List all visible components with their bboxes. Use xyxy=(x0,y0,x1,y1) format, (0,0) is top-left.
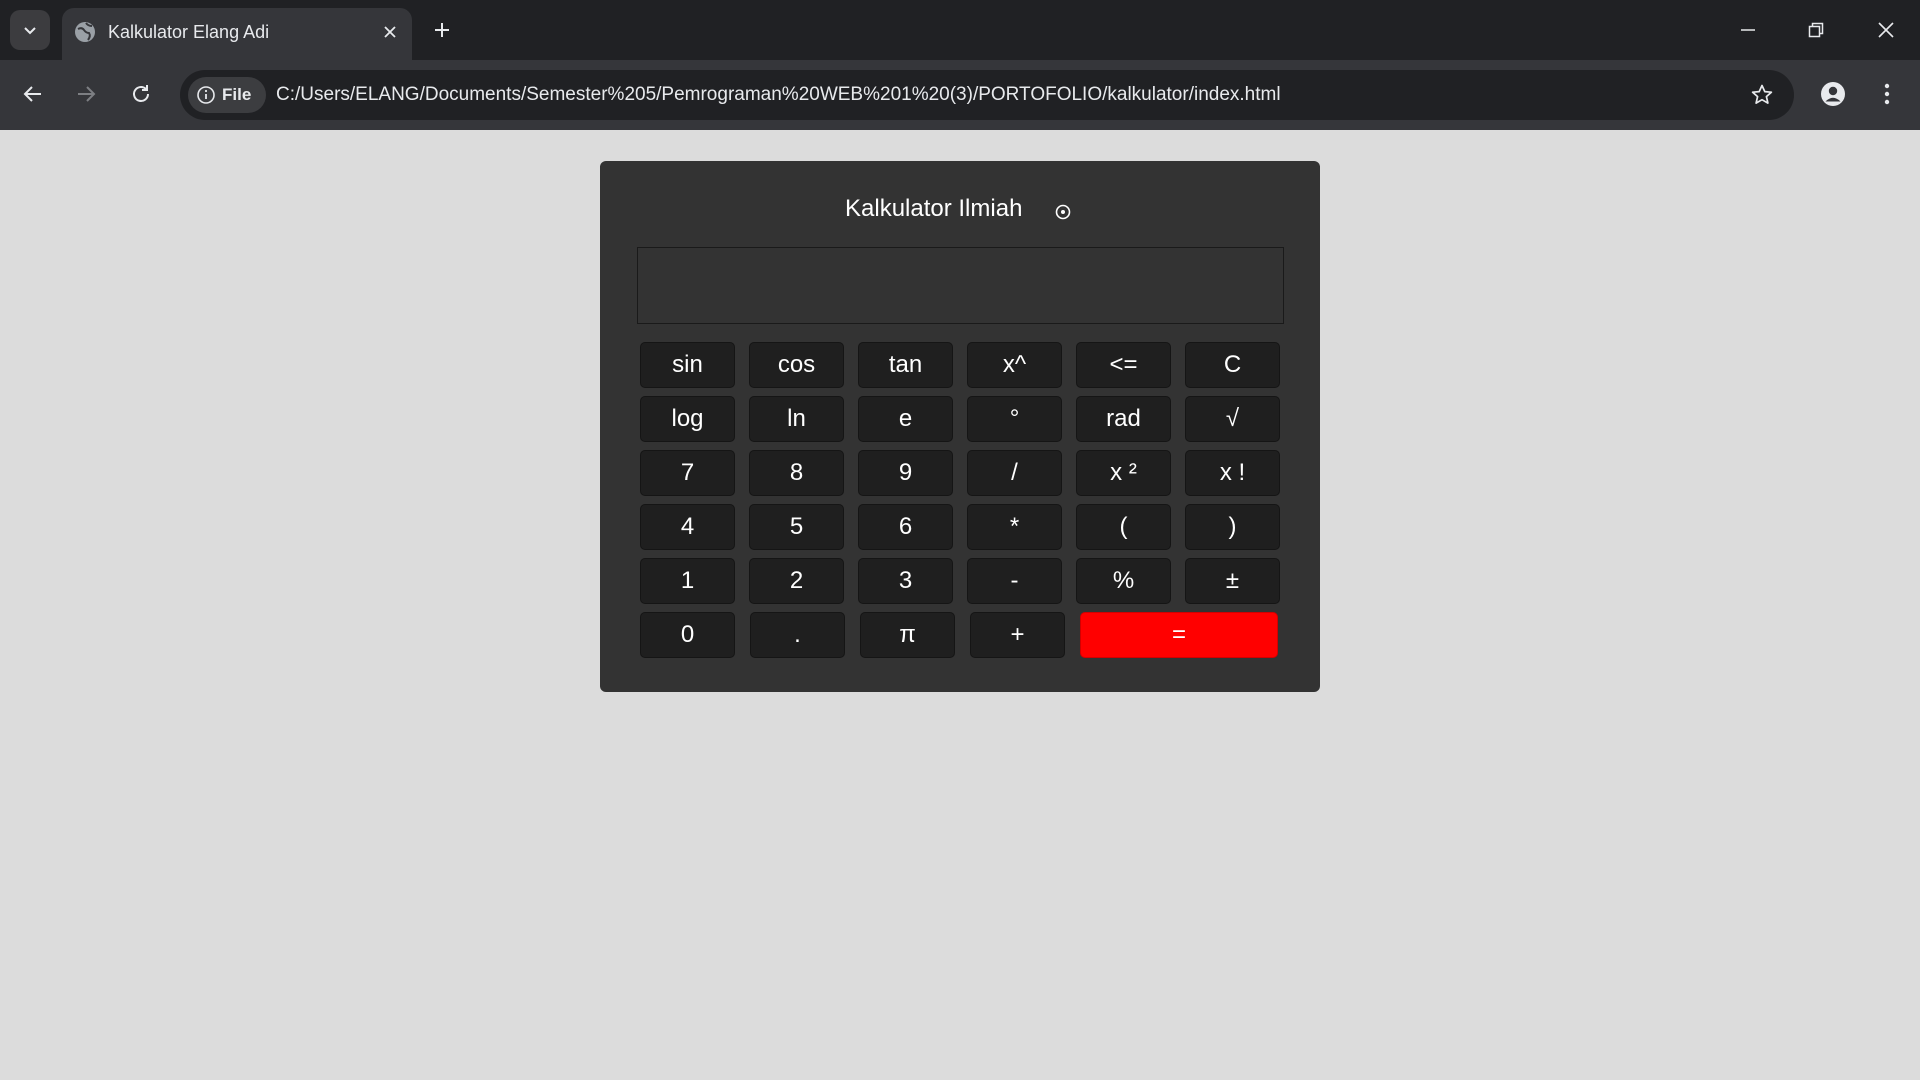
key-6[interactable]: 6 xyxy=(858,504,953,550)
key-power[interactable]: x^ xyxy=(967,342,1062,388)
key-plus[interactable]: + xyxy=(970,612,1065,658)
site-chip-label: File xyxy=(222,85,252,104)
browser-menu-button[interactable] xyxy=(1867,74,1907,114)
key-decimal[interactable]: . xyxy=(750,612,845,658)
key-pi[interactable]: π xyxy=(860,612,955,658)
key-tan[interactable]: tan xyxy=(858,342,953,388)
key-9[interactable]: 9 xyxy=(858,450,953,496)
close-icon xyxy=(1878,22,1894,38)
key-cos[interactable]: cos xyxy=(749,342,844,388)
close-icon xyxy=(384,26,396,38)
browser-tab[interactable]: Kalkulator Elang Adi xyxy=(62,8,412,60)
tab-close-button[interactable] xyxy=(376,18,404,46)
new-tab-button[interactable] xyxy=(424,12,460,48)
minimize-icon xyxy=(1741,29,1755,31)
restore-button[interactable] xyxy=(1782,0,1850,60)
arrow-left-icon xyxy=(23,86,41,102)
theme-toggle-button[interactable] xyxy=(1053,202,1073,222)
key-sin[interactable]: sin xyxy=(640,342,735,388)
key-1[interactable]: 1 xyxy=(640,558,735,604)
key-open-paren[interactable]: ( xyxy=(1076,504,1171,550)
circle-dot-icon xyxy=(1055,204,1071,220)
globe-icon xyxy=(75,22,95,42)
key-5[interactable]: 5 xyxy=(749,504,844,550)
key-minus[interactable]: - xyxy=(967,558,1062,604)
site-info-chip[interactable]: File xyxy=(188,77,266,113)
kebab-menu-icon xyxy=(1884,83,1890,105)
key-3[interactable]: 3 xyxy=(858,558,953,604)
minimize-button[interactable] xyxy=(1714,0,1782,60)
profile-button[interactable] xyxy=(1813,74,1853,114)
info-icon xyxy=(197,86,215,104)
tab-list-button[interactable] xyxy=(10,10,50,50)
key-e[interactable]: e xyxy=(858,396,953,442)
browser-tab-bar: Kalkulator Elang Adi xyxy=(0,0,1920,60)
key-plus-minus[interactable]: ± xyxy=(1185,558,1280,604)
chevron-down-icon xyxy=(24,27,36,35)
calculator-panel: Kalkulator Ilmiah sin cos tan x^ <= C lo… xyxy=(600,161,1320,692)
address-bar[interactable]: File C:/Users/ELANG/Documents/Semester%2… xyxy=(180,70,1794,120)
url-text[interactable]: C:/Users/ELANG/Documents/Semester%205/Pe… xyxy=(276,84,1281,106)
key-8[interactable]: 8 xyxy=(749,450,844,496)
key-factorial[interactable]: x ! xyxy=(1185,450,1280,496)
arrow-right-icon xyxy=(78,86,96,102)
key-close-paren[interactable]: ) xyxy=(1185,504,1280,550)
reload-icon xyxy=(133,85,149,102)
key-2[interactable]: 2 xyxy=(749,558,844,604)
key-backspace[interactable]: <= xyxy=(1076,342,1171,388)
key-equals[interactable]: = xyxy=(1080,612,1278,658)
key-7[interactable]: 7 xyxy=(640,450,735,496)
calculator-display[interactable] xyxy=(637,247,1284,324)
key-square[interactable]: x ² xyxy=(1076,450,1171,496)
calculator-header: Kalkulator Ilmiah xyxy=(600,191,1320,231)
key-sqrt[interactable]: √ xyxy=(1185,396,1280,442)
plus-icon xyxy=(435,23,449,37)
key-percent[interactable]: % xyxy=(1076,558,1171,604)
bookmark-button[interactable] xyxy=(1748,81,1776,109)
key-multiply[interactable]: * xyxy=(967,504,1062,550)
star-icon xyxy=(1751,84,1773,104)
back-button[interactable] xyxy=(13,74,53,114)
close-window-button[interactable] xyxy=(1852,0,1920,60)
key-4[interactable]: 4 xyxy=(640,504,735,550)
key-clear[interactable]: C xyxy=(1185,342,1280,388)
key-divide[interactable]: / xyxy=(967,450,1062,496)
reload-button[interactable] xyxy=(121,74,161,114)
key-ln[interactable]: ln xyxy=(749,396,844,442)
key-log[interactable]: log xyxy=(640,396,735,442)
tab-title: Kalkulator Elang Adi xyxy=(108,22,270,42)
key-rad[interactable]: rad xyxy=(1076,396,1171,442)
person-icon xyxy=(1821,82,1845,106)
browser-toolbar: File C:/Users/ELANG/Documents/Semester%2… xyxy=(0,60,1920,130)
key-0[interactable]: 0 xyxy=(640,612,735,658)
restore-icon xyxy=(1808,22,1824,38)
calculator-title: Kalkulator Ilmiah xyxy=(845,195,1023,222)
key-degree[interactable]: ° xyxy=(967,396,1062,442)
forward-button[interactable] xyxy=(66,74,106,114)
